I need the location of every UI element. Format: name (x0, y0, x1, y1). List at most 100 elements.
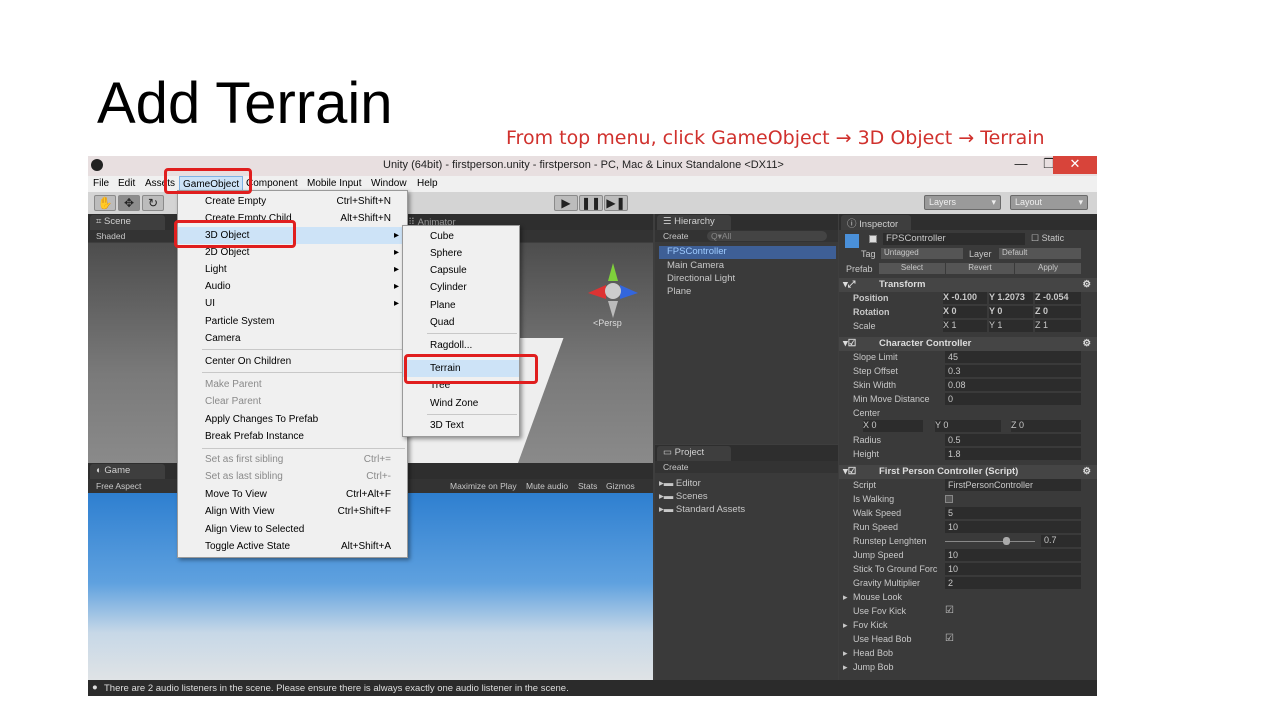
menu-item-particle-system[interactable]: Particle System (178, 313, 407, 330)
menu-item-create-empty[interactable]: Create Empty Ctrl+Shift+N (178, 193, 407, 210)
fpc-value-field[interactable]: 10 (945, 549, 1081, 561)
folder-item[interactable]: ▸▬ Scenes (659, 491, 708, 502)
hierarchy-create-button[interactable]: Create (663, 231, 689, 241)
rotation-y-field[interactable]: Y 0 (989, 306, 1033, 318)
tab-hierarchy[interactable]: ☰ Hierarchy (657, 215, 731, 230)
runstep-slider-handle[interactable] (1003, 537, 1010, 545)
menu-item-set-first-sibling[interactable]: Set as first sibling Ctrl+= (178, 451, 407, 468)
menu-mobile-input[interactable]: Mobile Input (307, 178, 361, 189)
fpc-value-field[interactable]: 10 (945, 563, 1081, 575)
rotation-z-field[interactable]: Z 0 (1035, 306, 1081, 318)
hand-tool-icon[interactable]: ✋ (94, 195, 116, 211)
rotate-tool-icon[interactable]: ↻ (142, 195, 164, 211)
folder-item[interactable]: ▸▬ Editor (659, 478, 701, 489)
play-button[interactable]: ▶ (554, 195, 578, 211)
hierarchy-item[interactable]: Plane (667, 286, 691, 297)
fpc-foldout[interactable]: ▸ Head Bob (839, 647, 1097, 661)
submenu-item-ragdoll[interactable]: Ragdoll... (403, 337, 519, 354)
cc-value-field[interactable]: 0.08 (945, 379, 1081, 391)
tab-project[interactable]: ▭ Project (657, 446, 731, 461)
shaded-dropdown[interactable]: Shaded (96, 231, 125, 241)
menu-item-clear-parent[interactable]: Clear Parent (178, 393, 407, 410)
fpc-value-field[interactable]: 10 (945, 521, 1081, 533)
fpc-foldout[interactable]: ▸ Fov Kick (839, 619, 1097, 633)
scale-y-field[interactable]: Y 1 (989, 320, 1033, 332)
submenu-item-sphere[interactable]: Sphere (403, 245, 519, 262)
prefab-apply-button[interactable]: Apply (1015, 263, 1081, 274)
menu-item-break-prefab[interactable]: Break Prefab Instance (178, 428, 407, 445)
active-checkbox[interactable] (869, 235, 877, 243)
menu-item-make-parent[interactable]: Make Parent (178, 376, 407, 393)
position-x-field[interactable]: X -0.100 (943, 292, 987, 304)
cc-value-field[interactable]: 45 (945, 351, 1081, 363)
rotation-x-field[interactable]: X 0 (943, 306, 987, 318)
step-button[interactable]: ▶❚ (604, 195, 628, 211)
layout-dropdown[interactable]: Layout ▾ (1010, 195, 1088, 210)
fpc-foldout[interactable]: ▸ Jump Bob (839, 661, 1097, 675)
center-z-field[interactable]: Z 0 (1011, 420, 1081, 432)
use-head-bob-checkbox[interactable]: ☑ (945, 633, 954, 644)
menu-item-center-on-children[interactable]: Center On Children (178, 353, 407, 370)
position-z-field[interactable]: Z -0.054 (1035, 292, 1081, 304)
menu-item-align-view-to-selected[interactable]: Align View to Selected (178, 521, 407, 538)
submenu-item-quad[interactable]: Quad (403, 314, 519, 331)
tag-dropdown[interactable]: Untagged (881, 248, 963, 259)
character-controller-header[interactable]: ▾☑ Character Controller ⚙ (839, 337, 1097, 351)
project-create-button[interactable]: Create (663, 462, 689, 472)
runstep-value-field[interactable]: 0.7 (1041, 535, 1081, 547)
stats-toggle[interactable]: Stats (578, 481, 597, 491)
maximize-on-play-toggle[interactable]: Maximize on Play (450, 481, 517, 491)
submenu-item-cylinder[interactable]: Cylinder (403, 279, 519, 296)
menu-item-ui[interactable]: UI ▸ (178, 295, 407, 312)
menu-help[interactable]: Help (417, 178, 438, 189)
prefab-select-button[interactable]: Select (879, 263, 945, 274)
center-y-field[interactable]: Y 0 (935, 420, 1001, 432)
minimize-button[interactable]: — (1006, 156, 1036, 174)
submenu-item-cube[interactable]: Cube (403, 228, 519, 245)
prefab-revert-button[interactable]: Revert (946, 263, 1014, 274)
gear-icon[interactable]: ⚙ (1082, 279, 1091, 290)
persp-label[interactable]: <Persp (593, 318, 622, 328)
mute-audio-toggle[interactable]: Mute audio (526, 481, 568, 491)
tab-game[interactable]: ◐ Game (90, 464, 165, 479)
transform-header[interactable]: ▾⤢ Transform ⚙ (839, 278, 1097, 292)
pause-button[interactable]: ❚❚ (579, 195, 603, 211)
move-tool-icon[interactable]: ✥ (118, 195, 140, 211)
gizmos-dropdown[interactable]: Gizmos (606, 481, 635, 491)
fpc-header[interactable]: ▾☑ First Person Controller (Script) ⚙ (839, 465, 1097, 479)
runstep-slider-track[interactable] (945, 541, 1035, 542)
menu-window[interactable]: Window (371, 178, 407, 189)
hierarchy-item[interactable]: Directional Light (667, 273, 735, 284)
menu-item-camera[interactable]: Camera (178, 330, 407, 347)
menu-item-apply-changes[interactable]: Apply Changes To Prefab (178, 411, 407, 428)
tab-scene[interactable]: ⌗ Scene (90, 215, 165, 230)
folder-item[interactable]: ▸▬ Standard Assets (659, 504, 745, 515)
submenu-item-capsule[interactable]: Capsule (403, 262, 519, 279)
aspect-dropdown[interactable]: Free Aspect (96, 481, 141, 491)
static-checkbox[interactable]: ☐ Static (1031, 233, 1064, 244)
tab-inspector[interactable]: ⓘ Inspector (841, 215, 911, 230)
menu-component[interactable]: Component (246, 178, 298, 189)
hierarchy-item[interactable]: FPSController (659, 246, 836, 259)
cc-value-field[interactable]: 0 (945, 393, 1081, 405)
menu-item-light[interactable]: Light ▸ (178, 261, 407, 278)
object-name-field[interactable]: FPSController (883, 233, 1025, 245)
scene-gizmo-icon[interactable] (578, 253, 648, 323)
gear-icon[interactable]: ⚙ (1082, 466, 1091, 477)
fpc-foldout[interactable]: ▸ Mouse Look (839, 591, 1097, 605)
fpc-value-field[interactable]: 5 (945, 507, 1081, 519)
menu-item-move-to-view[interactable]: Move To View Ctrl+Alt+F (178, 486, 407, 503)
submenu-item-plane[interactable]: Plane (403, 297, 519, 314)
layers-dropdown[interactable]: Layers ▾ (924, 195, 1001, 210)
cc-value-field[interactable]: 0.3 (945, 365, 1081, 377)
cc-value-field[interactable]: 1.8 (945, 448, 1081, 460)
script-field[interactable]: FirstPersonController (945, 479, 1081, 491)
fpc-value-field[interactable]: 2 (945, 577, 1081, 589)
menu-item-toggle-active[interactable]: Toggle Active State Alt+Shift+A (178, 538, 407, 555)
layer-dropdown[interactable]: Default (999, 248, 1081, 259)
menu-edit[interactable]: Edit (118, 178, 135, 189)
center-x-field[interactable]: X 0 (863, 420, 923, 432)
position-y-field[interactable]: Y 1.2073 (989, 292, 1033, 304)
menu-item-set-last-sibling[interactable]: Set as last sibling Ctrl+- (178, 468, 407, 485)
submenu-item-3d-text[interactable]: 3D Text (403, 417, 519, 434)
